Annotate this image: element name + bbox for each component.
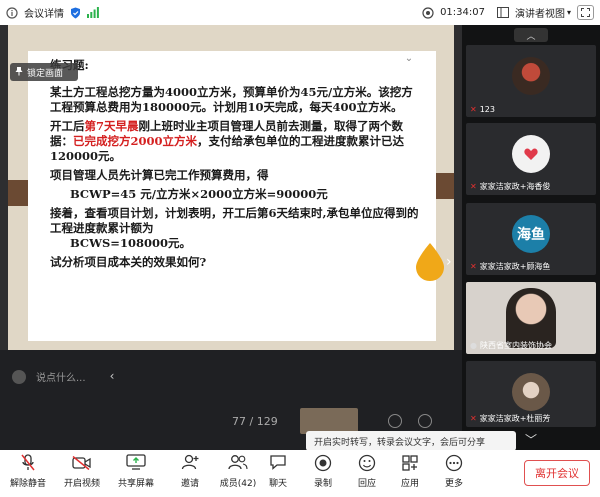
participant-name: 家家洁家政+顾海鱼 [479,262,551,271]
video-off-icon [54,454,110,476]
bottom-toolbar: 解除静音 开启视频 共享屏幕 邀请 成员(42) 聊天 录制 回应 应用 更多 … [0,450,600,497]
meeting-timer: 01:34:07 [440,7,485,18]
unmute-button[interactable]: 解除静音 [0,454,56,489]
slide-paragraph: 开工后第7天早晨刚上班时业主项目管理人员前去测量，取得了两个数据：已完成挖方20… [50,119,405,163]
participant-name: 陕西省室内装饰协会 [479,341,552,350]
participant-name: 家家洁家政+杜丽芳 [479,414,551,423]
participant-tile[interactable]: ✕ 家家洁家政+杜丽芳 [466,361,596,427]
more-button[interactable]: 更多 [426,454,482,489]
slide-content: 练习题: 某土方工程总挖方量为4000立方米，预算单价为45元/立方米。该挖方工… [50,58,420,274]
chevron-left-icon[interactable]: ‹ [102,366,122,386]
layout-icon[interactable] [496,7,509,18]
participant-tile[interactable]: ✕ 123 [466,45,596,117]
shield-icon[interactable] [70,7,81,19]
slide-paragraph: 接着，查看项目计划，计划表明，开工后第6天结束时,承包单位应得到的工程进度款累计… [50,206,419,235]
mic-muted-icon: ✕ [470,262,477,271]
signal-icon[interactable] [87,7,99,18]
share-screen-icon [108,454,164,476]
avatar [512,135,550,173]
slide-paragraph: 项目管理人员先计算已完工作预算费用，得 [50,168,269,182]
participant-tile[interactable]: ✕ 家家洁家政+海香俊 [466,123,596,195]
recording-status-icon [422,6,434,19]
shared-screen-area[interactable]: 练习题: 某土方工程总挖方量为4000立方米，预算单价为45元/立方米。该挖方工… [0,25,462,350]
slide-decoration-drop [416,243,444,281]
top-bar: 会议详情 01:34:07 演讲者视图 ▾ [0,0,600,25]
mic-muted-icon: ✕ [470,182,477,191]
emoji-icon[interactable] [12,370,26,384]
next-slide-arrow-icon[interactable]: › [446,254,452,270]
pin-icon [14,66,24,79]
zoom-out-icon[interactable] [418,414,432,428]
chevron-down-icon: ▾ [566,8,571,17]
more-icon [426,454,482,476]
participant-video [506,288,556,348]
share-screen-button[interactable]: 共享屏幕 [108,454,164,489]
start-video-button[interactable]: 开启视频 [54,454,110,489]
heart-icon [524,148,538,160]
slide-paragraph: 试分析项目成本关的效果如何? [50,255,207,269]
zoom-in-icon[interactable] [388,414,402,428]
mic-icon: ● [470,341,477,350]
info-icon[interactable] [6,6,18,19]
fullscreen-icon[interactable] [577,5,594,20]
avatar [512,57,550,95]
chevron-down-icon[interactable]: ﹀ [514,432,548,447]
avatar [512,373,550,411]
participant-name: 家家洁家政+海香俊 [479,182,551,191]
page-indicator: 77 / 129 [232,415,278,428]
chevron-down-icon[interactable]: ⌄ [402,53,416,65]
mic-muted-icon [0,454,56,476]
avatar: 海鱼 [512,215,550,253]
participant-tile[interactable]: ● 陕西省室内装饰协会 [466,282,596,354]
participant-tile[interactable]: 海鱼 ✕ 家家洁家政+顾海鱼 [466,203,596,275]
lock-screen-button[interactable]: 锁定画面 [10,63,78,81]
participant-name: 123 [479,105,495,114]
transcription-tooltip: 开启实时转写，转录会议文字，会后可分享 [306,431,516,451]
meeting-details-label[interactable]: 会议详情 [24,5,64,20]
mic-muted-icon: ✕ [470,105,477,114]
speaker-view-button[interactable]: 演讲者视图 ▾ [515,5,571,20]
slide-paragraph: 某土方工程总挖方量为4000立方米，预算单价为45元/立方米。该挖方工程预算总费… [50,85,413,114]
slide-heading: 练习题: [50,58,420,73]
mic-muted-icon: ✕ [470,414,477,423]
leave-meeting-button[interactable]: 离开会议 [524,460,590,486]
slide-formula: BCWS=108000元。 [70,236,191,250]
participant-gallery: ✕ 123 ✕ 家家洁家政+海香俊 海鱼 ✕ 家家洁家政+顾海鱼 ● 陕西省室内装饰协会… [462,25,600,450]
slide-formula: BCWP=45 元/立方米×2000立方米=90000元 [70,187,328,201]
chevron-up-icon[interactable]: ︿ [514,28,548,42]
